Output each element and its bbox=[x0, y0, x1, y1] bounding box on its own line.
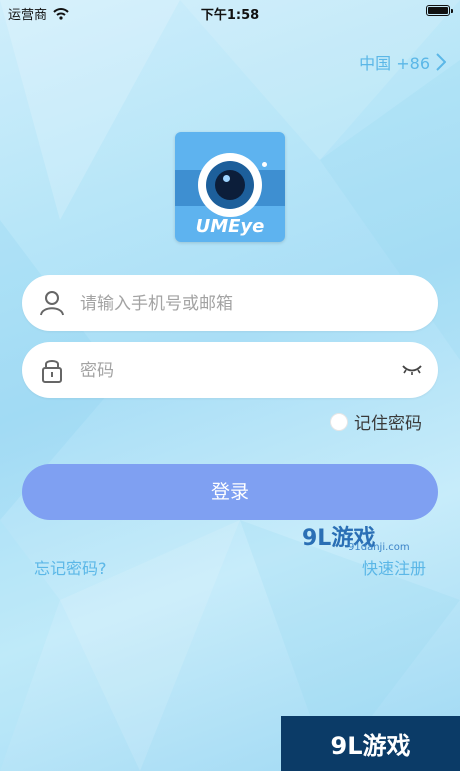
password-input[interactable] bbox=[78, 342, 382, 400]
app-logo: UMEye bbox=[175, 132, 285, 242]
watermark-site: 91danji.com bbox=[348, 542, 410, 553]
lock-icon bbox=[42, 360, 62, 383]
bottom-links: 忘记密码? 快速注册 bbox=[34, 555, 426, 579]
account-input[interactable] bbox=[78, 275, 382, 333]
logo-text: UMEye bbox=[195, 216, 265, 237]
remember-label: 记住密码 bbox=[354, 414, 422, 434]
account-field[interactable] bbox=[22, 275, 438, 333]
watermark-badge: 9L游戏 bbox=[281, 716, 460, 771]
camera-lens-glint bbox=[223, 175, 230, 182]
remember-radio[interactable] bbox=[330, 412, 348, 431]
login-button[interactable]: 登录 bbox=[22, 464, 438, 520]
register-link[interactable]: 快速注册 bbox=[362, 555, 426, 579]
status-time: 下午1:58 bbox=[200, 8, 260, 23]
eye-closed-icon[interactable] bbox=[402, 362, 422, 376]
chevron-right-icon bbox=[436, 53, 446, 71]
camera-lens-core bbox=[215, 170, 245, 200]
remember-password[interactable]: 记住密码 bbox=[330, 409, 422, 434]
status-bar: 运营商 下午1:58 bbox=[0, 0, 460, 24]
camera-indicator-dot bbox=[262, 162, 267, 167]
region-label: 中国 +86 bbox=[359, 54, 430, 73]
battery-icon bbox=[426, 5, 453, 16]
region-selector[interactable]: 中国 +86 bbox=[359, 50, 446, 74]
password-field[interactable] bbox=[22, 342, 438, 400]
forgot-password-link[interactable]: 忘记密码? bbox=[34, 555, 107, 579]
user-icon bbox=[40, 291, 64, 316]
